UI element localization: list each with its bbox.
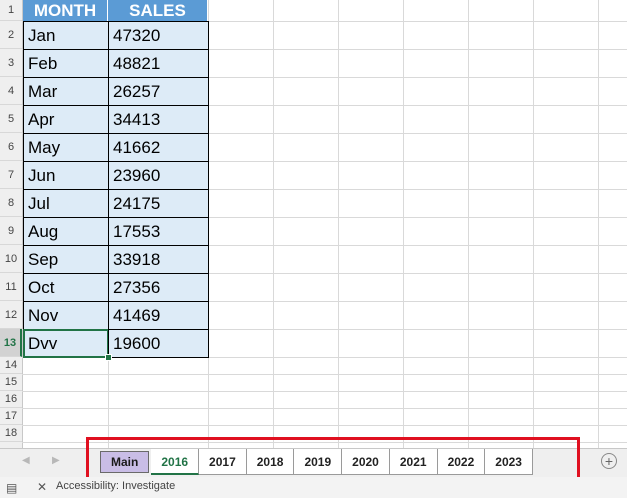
cell-sales[interactable]: 41662: [108, 133, 209, 162]
header-cell-month[interactable]: MONTH: [23, 0, 108, 21]
cell-sales[interactable]: 27356: [108, 273, 209, 302]
cell-sales[interactable]: 23960: [108, 161, 209, 190]
row-gridline: [22, 374, 627, 375]
header-cell-sales[interactable]: SALES: [108, 0, 208, 21]
cell-month[interactable]: May: [23, 133, 109, 162]
status-bar: ▤ ✕ Accessibility: Investigate: [0, 477, 627, 498]
row-number[interactable]: 11: [0, 273, 22, 301]
add-sheet-icon[interactable]: +: [601, 453, 617, 469]
row-number[interactable]: 1: [0, 0, 22, 21]
column-gridline: [338, 0, 339, 448]
cell-sales[interactable]: 33918: [108, 245, 209, 274]
cell-month[interactable]: Jul: [23, 189, 109, 218]
cell-month[interactable]: Jun: [23, 161, 109, 190]
row-header-column: 1 2 3 4 5 6 7 8 9 10 11 12 13 14 15 16 17 18: [0, 0, 23, 448]
cell-month[interactable]: Aug: [23, 217, 109, 246]
row-number[interactable]: 3: [0, 49, 22, 77]
row-gridline: [22, 408, 627, 409]
row-number[interactable]: 17: [0, 408, 22, 425]
scroll-tabs-left-icon[interactable]: ◀: [22, 455, 30, 466]
cell-month[interactable]: Jan: [23, 21, 109, 50]
fill-handle[interactable]: [105, 354, 112, 361]
sheet-mode-icon[interactable]: ▤: [6, 481, 17, 495]
spreadsheet-grid[interactable]: 1 2 3 4 5 6 7 8 9 10 11 12 13 14 15 16 17 18 MONTH SALES …: [0, 0, 627, 448]
tab-highlight-annotation: [86, 437, 580, 481]
cell-month[interactable]: Sep: [23, 245, 109, 274]
column-gridline: [533, 0, 534, 448]
cell-month[interactable]: Dvv: [23, 329, 109, 358]
row-number[interactable]: 10: [0, 245, 22, 273]
column-gridline: [273, 0, 274, 448]
row-number[interactable]: 15: [0, 374, 22, 391]
column-gridline: [598, 0, 599, 448]
column-gridline: [403, 0, 404, 448]
row-number[interactable]: 4: [0, 77, 22, 105]
row-number[interactable]: 9: [0, 217, 22, 245]
row-number[interactable]: 13: [0, 329, 22, 357]
cell-month[interactable]: Apr: [23, 105, 109, 134]
cell-sales[interactable]: 48821: [108, 49, 209, 78]
cell-month[interactable]: Mar: [23, 77, 109, 106]
column-gridline: [468, 0, 469, 448]
scroll-tabs-right-icon[interactable]: ▶: [52, 455, 60, 466]
cell-sales[interactable]: 26257: [108, 77, 209, 106]
row-number[interactable]: 18: [0, 425, 22, 442]
cell-month[interactable]: Nov: [23, 301, 109, 330]
cell-sales[interactable]: 47320: [108, 21, 209, 50]
row-number[interactable]: 7: [0, 161, 22, 189]
row-number[interactable]: 14: [0, 357, 22, 374]
row-number[interactable]: 8: [0, 189, 22, 217]
accessibility-icon[interactable]: ✕: [37, 480, 47, 494]
row-number[interactable]: 6: [0, 133, 22, 161]
cell-month[interactable]: Feb: [23, 49, 109, 78]
row-number[interactable]: 12: [0, 301, 22, 329]
cell-sales[interactable]: 19600: [108, 329, 209, 358]
row-number[interactable]: 2: [0, 21, 22, 49]
accessibility-status[interactable]: Accessibility: Investigate: [56, 480, 175, 492]
row-number[interactable]: 16: [0, 391, 22, 408]
cell-month[interactable]: Oct: [23, 273, 109, 302]
row-number[interactable]: 5: [0, 105, 22, 133]
cell-sales[interactable]: 17553: [108, 217, 209, 246]
cell-sales[interactable]: 24175: [108, 189, 209, 218]
row-gridline: [22, 391, 627, 392]
row-gridline: [22, 425, 627, 426]
cell-sales[interactable]: 41469: [108, 301, 209, 330]
cell-sales[interactable]: 34413: [108, 105, 209, 134]
